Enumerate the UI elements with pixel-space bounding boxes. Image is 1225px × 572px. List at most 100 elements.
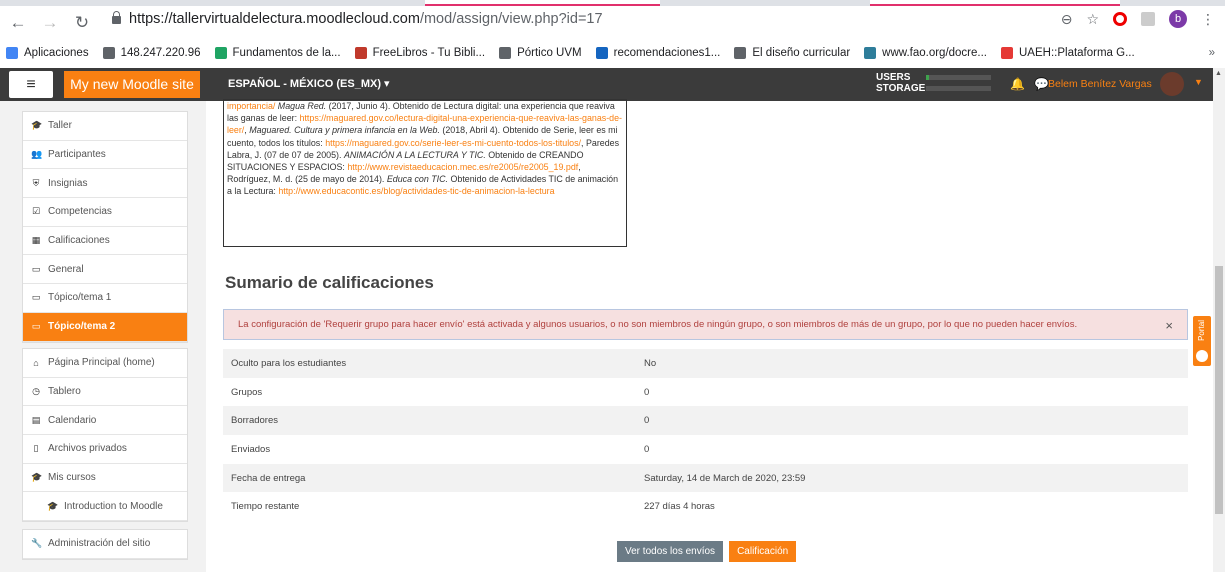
ref-text: Maguared. Cultura y primera infancia en …: [249, 125, 440, 136]
profile-avatar[interactable]: b: [1169, 10, 1187, 28]
address-bar-row: ← → ↻ https://tallervirtualdelectura.moo…: [0, 8, 1225, 38]
browser-tab[interactable]: [870, 0, 1120, 6]
scroll-up-arrow-icon[interactable]: ▲: [1215, 70, 1222, 77]
row-label: Oculto para los estudiantes: [231, 357, 347, 369]
sidebar-item[interactable]: ⌂ Página Principal (home): [23, 349, 187, 378]
group-warning-alert: La configuración de 'Requerir grupo para…: [223, 309, 1188, 340]
sidebar-item-label: Calificaciones: [48, 235, 110, 247]
zoom-icon[interactable]: ⊖: [1061, 11, 1073, 28]
row-value: 0: [644, 386, 650, 398]
bookmark-item[interactable]: Aplicaciones: [6, 47, 89, 59]
bookmark-item[interactable]: recomendaciones1...: [595, 47, 720, 59]
bookmarks-bar: Aplicaciones 148.247.220.96 Fundamentos de…: [0, 42, 1225, 64]
user-menu-caret-icon[interactable]: ▼: [1194, 77, 1203, 87]
opera-extension-icon[interactable]: [1113, 12, 1127, 26]
sidebar-item[interactable]: ☑ Competencias: [23, 198, 187, 227]
users-usage-bar: [926, 75, 991, 80]
back-arrow-icon[interactable]: ←: [6, 13, 30, 33]
feedback-tab[interactable]: Portal: [1193, 316, 1211, 366]
tab-strip: [0, 0, 1225, 6]
user-name[interactable]: Belem Benítez Vargas: [1048, 78, 1152, 90]
sidebar-item-label: Introduction to Moodle: [64, 500, 163, 512]
users-label: USERS: [876, 72, 911, 83]
url-host: https://tallervirtualdelectura.moodleclo…: [129, 11, 420, 27]
row-value: 0: [644, 415, 650, 427]
row-label: Tiempo restante: [231, 501, 300, 513]
graduation-cap-icon: 🎓: [31, 472, 43, 483]
sidebar-item[interactable]: 🎓 Mis cursos: [23, 464, 187, 493]
row-label: Fecha de entrega: [231, 472, 306, 484]
graduation-cap-icon: 🎓: [31, 120, 43, 131]
nav-drawer: 🎓 Taller 👥 Participantes ⛨ Insignias ☑ Competen…: [0, 101, 206, 572]
language-menu[interactable]: ESPAÑOL - MÉXICO (ES_MX) ▾: [228, 77, 390, 90]
table-row: Grupos 0: [223, 378, 1188, 407]
row-label: Enviados: [231, 443, 271, 455]
sidebar-item-label: Tablero: [48, 386, 81, 398]
checkbox-icon: ☑: [31, 206, 41, 217]
admin-nav-block: 🔧 Administración del sitio: [22, 529, 188, 560]
row-value: 227 días 4 horas: [644, 501, 715, 513]
sidebar-item-label: Tópico/tema 1: [48, 292, 112, 304]
scrollbar-thumb[interactable]: [1215, 266, 1223, 514]
sidebar-item[interactable]: ▯ Archivos privados: [23, 435, 187, 464]
bookmark-item[interactable]: Fundamentos de la...: [214, 47, 341, 59]
sidebar-item-label: General: [48, 263, 84, 275]
chat-bubble-icon[interactable]: 💬: [1034, 77, 1049, 91]
bookmark-item[interactable]: www.fao.org/docre...: [864, 47, 987, 59]
bell-icon[interactable]: 🔔: [1010, 77, 1025, 91]
bookmark-item[interactable]: Pórtico UVM: [499, 47, 582, 59]
bookmarks-overflow-icon[interactable]: »: [1209, 47, 1215, 59]
bookmark-favicon-icon: [102, 47, 115, 59]
sidebar-item[interactable]: ◷ Tablero: [23, 378, 187, 407]
bookmark-item[interactable]: FreeLibros - Tu Bibli...: [354, 47, 485, 59]
url-path: /mod/assign/view.php?id=17: [419, 11, 603, 27]
url-field[interactable]: https://tallervirtualdelectura.moodleclo…: [112, 11, 603, 27]
sidebar-item-label: Competencias: [48, 206, 112, 218]
sidebar-item[interactable]: ⛨ Insignias: [23, 169, 187, 199]
sidebar-item[interactable]: ▭ General: [23, 255, 187, 285]
ref-link[interactable]: http://www.revistaeducacion.mec.es/re200…: [347, 162, 578, 172]
sidebar-item-label: Página Principal (home): [48, 357, 155, 369]
bookmark-favicon-icon: [6, 47, 18, 59]
sidebar-item[interactable]: 🎓 Taller: [23, 112, 187, 141]
bookmark-favicon-icon: [595, 47, 608, 59]
sidebar-item[interactable]: ▤ Calendario: [23, 406, 187, 436]
forward-arrow-icon[interactable]: →: [38, 13, 62, 33]
star-icon[interactable]: ☆: [1086, 11, 1099, 28]
bookmark-item[interactable]: 148.247.220.96: [102, 47, 201, 59]
row-label: Borradores: [231, 415, 278, 427]
feedback-icon: [1196, 350, 1208, 362]
sidebar-item[interactable]: ▭ Tópico/tema 2: [23, 312, 187, 342]
hamburger-menu-icon[interactable]: ≡: [9, 71, 53, 98]
kebab-menu-icon[interactable]: ⋮: [1201, 11, 1215, 28]
bookmark-favicon-icon: [499, 47, 512, 59]
bookmark-item[interactable]: UAEH::Plataforma G...: [1001, 47, 1135, 59]
table-row: Tiempo restante 227 días 4 horas: [223, 492, 1188, 521]
sidebar-item-admin[interactable]: 🔧 Administración del sitio: [23, 530, 187, 559]
file-icon: ▯: [33, 443, 39, 454]
pdf-extension-icon[interactable]: [1141, 12, 1155, 26]
sidebar-item[interactable]: 👥 Participantes: [23, 141, 187, 170]
sidebar-item[interactable]: 🎓 Introduction to Moodle: [23, 492, 187, 522]
page-scrollbar[interactable]: ▲: [1213, 68, 1225, 572]
view-all-submissions-button[interactable]: Ver todos los envíos: [617, 541, 724, 562]
sidebar-item[interactable]: ▦ Calificaciones: [23, 227, 187, 256]
close-icon[interactable]: ×: [1165, 318, 1173, 333]
ref-link[interactable]: importancia/: [227, 101, 275, 111]
bookmark-label: 148.247.220.96: [120, 47, 201, 59]
browser-tab[interactable]: [425, 0, 660, 6]
sidebar-item-label: Administración del sitio: [48, 538, 151, 550]
alert-text: La configuración de 'Requerir grupo para…: [238, 319, 1078, 330]
shield-icon: ⛨: [32, 177, 40, 188]
reload-icon[interactable]: ↻: [70, 13, 94, 33]
ref-link[interactable]: http://www.educacontic.es/blog/actividad…: [278, 186, 554, 196]
user-avatar[interactable]: [1160, 72, 1184, 96]
grade-button[interactable]: Calificación: [729, 541, 797, 562]
sidebar-item-label: Archivos privados: [48, 443, 127, 455]
site-name-button[interactable]: My new Moodle site: [64, 71, 200, 98]
row-label: Grupos: [231, 386, 263, 398]
sidebar-item[interactable]: ▭ Tópico/tema 1: [23, 284, 187, 313]
ref-link[interactable]: https://maguared.gov.co/serie-leer-es-mi…: [325, 138, 581, 148]
calendar-icon: ▤: [31, 414, 41, 425]
bookmark-item[interactable]: El diseño curricular: [734, 47, 850, 59]
